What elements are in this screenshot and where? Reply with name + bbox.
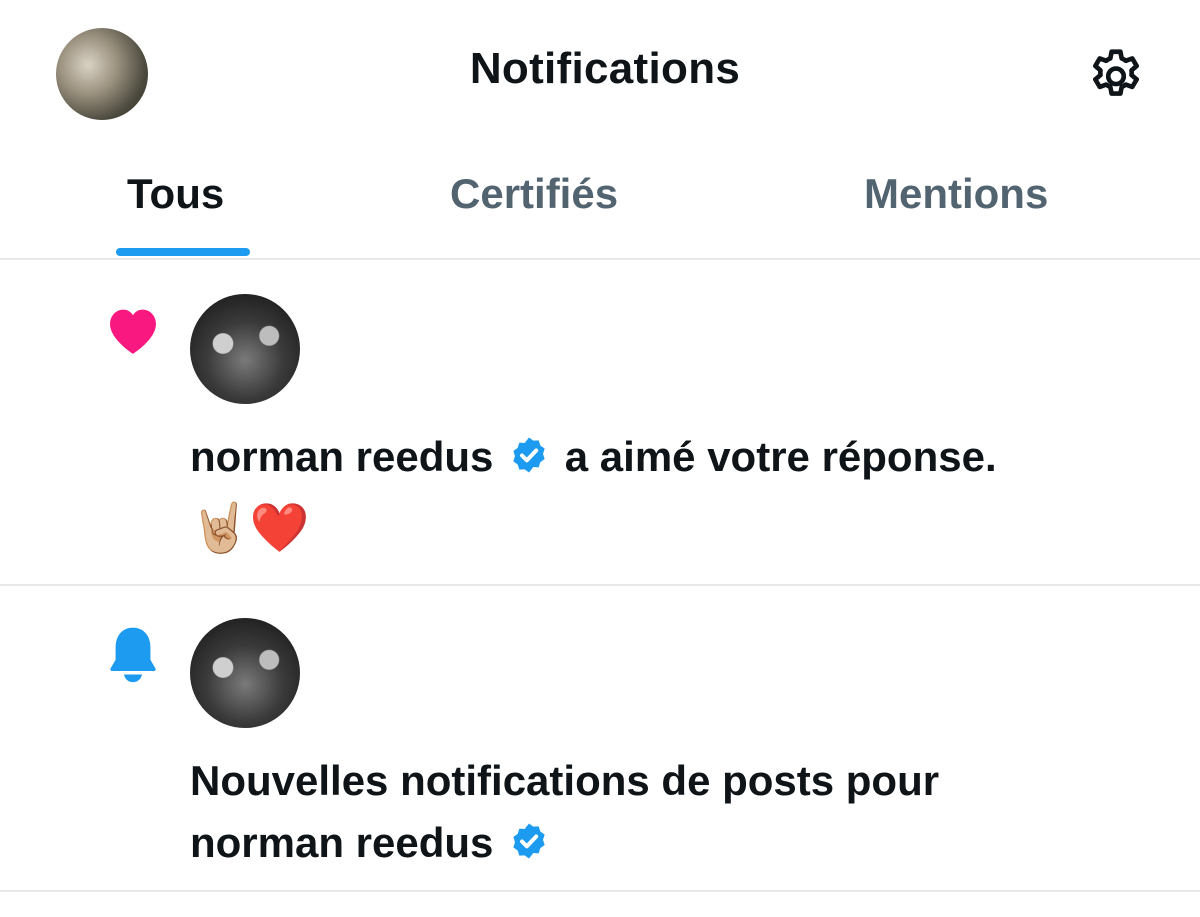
notification-text: Nouvelles notifications de posts pour no…: [190, 750, 939, 874]
verified-badge-icon: [513, 823, 545, 859]
avatar[interactable]: [190, 618, 300, 728]
notification-item-post-alert[interactable]: Nouvelles notifications de posts pour no…: [0, 586, 1200, 892]
reply-content: 🤘🏼❤️: [190, 500, 310, 556]
notification-message: Nouvelles notifications de posts pour: [190, 757, 940, 804]
heart-icon: [110, 309, 156, 354]
avatar[interactable]: [190, 294, 300, 404]
tab-bar: Tous Certifiés Mentions: [0, 148, 1200, 260]
tab-tous[interactable]: Tous: [127, 170, 224, 218]
notification-item-like[interactable]: norman reedus a aimé votre réponse. 🤘🏼❤️: [0, 262, 1200, 586]
notification-user-line: norman reedus: [190, 812, 939, 874]
user-name[interactable]: norman reedus: [190, 433, 493, 480]
top-bar: Notifications: [0, 0, 1200, 148]
tab-certifies[interactable]: Certifiés: [450, 170, 618, 218]
verified-badge-icon: [513, 437, 545, 473]
tab-mentions[interactable]: Mentions: [864, 170, 1048, 218]
settings-button[interactable]: [1084, 44, 1148, 106]
gear-icon: [1093, 49, 1139, 96]
active-tab-indicator: [116, 248, 250, 256]
bell-icon: [110, 627, 156, 683]
notification-action: a aimé votre réponse.: [564, 433, 997, 480]
notification-text: norman reedus a aimé votre réponse.: [190, 426, 997, 488]
user-name[interactable]: norman reedus: [190, 819, 493, 866]
page-title: Notifications: [469, 44, 741, 93]
